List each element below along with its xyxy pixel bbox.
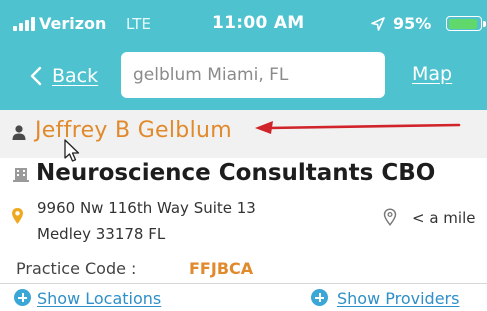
divider (0, 283, 487, 284)
battery-level (448, 18, 477, 29)
battery-percent: 95% (393, 14, 432, 33)
person-icon (12, 125, 26, 140)
show-locations-link[interactable]: Show Locations (37, 289, 161, 308)
plus-circle-icon[interactable] (311, 289, 328, 306)
practice-name: Neuroscience Consultants CBO (36, 160, 436, 186)
practice-code-label: Practice Code : (16, 259, 137, 278)
back-label: Back (52, 65, 99, 87)
battery-nub (483, 21, 486, 27)
address-line-1: 9960 Nw 116th Way Suite 13 (37, 199, 256, 217)
practice-code-value: FFJBCA (189, 259, 254, 278)
map-link[interactable]: Map (412, 63, 452, 85)
annotation-arrow (255, 121, 461, 134)
plus-circle-icon[interactable] (14, 289, 31, 306)
battery-icon (446, 16, 482, 31)
show-providers-link[interactable]: Show Providers (337, 289, 459, 308)
distance-pin-icon (383, 208, 397, 226)
network-type: LTE (126, 15, 151, 33)
building-icon (13, 168, 29, 182)
status-time: 11:00 AM (212, 13, 305, 33)
signal-bars-icon (13, 17, 35, 31)
carrier-name: Verizon (39, 14, 107, 33)
back-button[interactable]: Back (30, 62, 98, 90)
app-screen: Verizon LTE 11:00 AM 95% Back Map Jeffre… (0, 0, 487, 311)
distance-label: < a mile (412, 209, 476, 227)
chevron-left-icon (30, 66, 42, 86)
location-arrow-icon (371, 17, 385, 31)
status-bar: Verizon LTE 11:00 AM 95% (0, 0, 487, 42)
search-input[interactable] (121, 52, 385, 98)
address-line-2: Medley 33178 FL (37, 225, 166, 243)
map-pin-icon (12, 208, 23, 224)
